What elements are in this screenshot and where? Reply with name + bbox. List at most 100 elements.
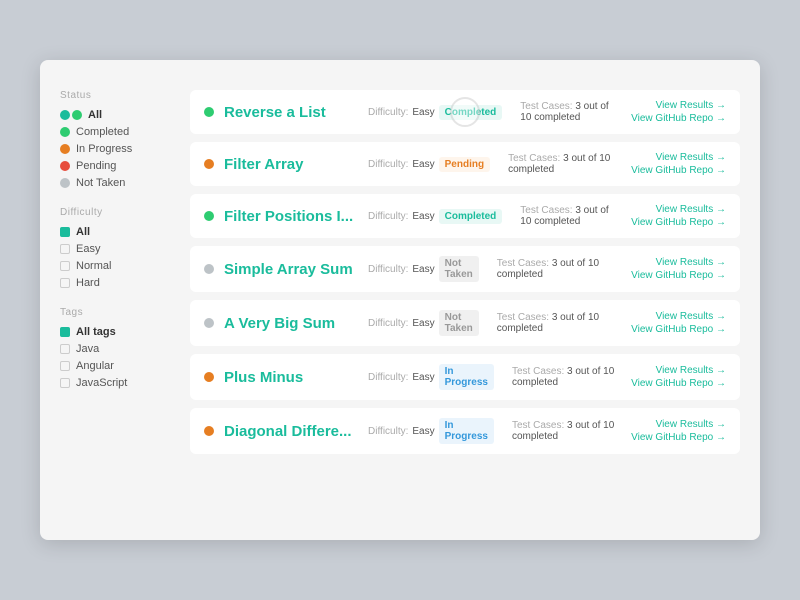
- view-github-link[interactable]: View GitHub Repo →: [631, 165, 726, 176]
- table-row: Simple Array Sum Difficulty: EasyNot Take…: [190, 246, 740, 292]
- filter-status-all[interactable]: All: [60, 109, 170, 121]
- filter-difficulty-all-label: All: [76, 226, 90, 238]
- table-row: Plus Minus Difficulty: EasyIn Progress Tes…: [190, 354, 740, 400]
- view-results-link[interactable]: View Results →: [656, 311, 726, 322]
- difficulty-label: Difficulty:: [368, 107, 408, 118]
- status-dot-icon: [204, 426, 214, 436]
- filter-tags-java-label: Java: [76, 343, 99, 355]
- dot-green-icon: [72, 110, 82, 120]
- status-badge: Not Taken: [439, 310, 479, 336]
- filter-difficulty-all[interactable]: All: [60, 226, 170, 238]
- problem-actions: View Results → View GitHub Repo →: [631, 152, 726, 176]
- filter-difficulty-normal[interactable]: Normal: [60, 260, 170, 272]
- filter-status-all-label: All: [88, 109, 102, 121]
- difficulty-line: Difficulty: EasyIn Progress: [368, 364, 494, 390]
- filter-tags-java[interactable]: Java: [60, 343, 170, 355]
- main-card: Status All Completed In Progress Pending: [40, 60, 760, 540]
- difficulty-label: Difficulty:: [368, 372, 408, 383]
- dot-completed-icon: [60, 127, 70, 137]
- view-github-link[interactable]: View GitHub Repo →: [631, 217, 726, 228]
- problem-title[interactable]: A Very Big Sum: [224, 315, 354, 332]
- test-cases: Test Cases: 3 out of 10 completed: [512, 366, 621, 388]
- view-github-link[interactable]: View GitHub Repo →: [631, 113, 726, 124]
- filter-difficulty-normal-label: Normal: [76, 260, 111, 272]
- status-badge: Not Taken: [439, 256, 479, 282]
- view-results-link[interactable]: View Results →: [656, 204, 726, 215]
- progress-circle: [450, 97, 480, 127]
- table-row: Reverse a List Difficulty: EasyCompleted T…: [190, 90, 740, 134]
- problem-title[interactable]: Reverse a List: [224, 104, 354, 121]
- filter-status-pending[interactable]: Pending: [60, 160, 170, 172]
- problem-title[interactable]: Filter Positions I...: [224, 208, 354, 225]
- status-badge: Pending: [439, 157, 490, 172]
- status-dot-icon: [204, 264, 214, 274]
- problems-list: Reverse a ListDifficulty: EasyCompletedT…: [190, 90, 740, 510]
- cb-hard-icon: [60, 278, 70, 288]
- difficulty-value: Easy: [412, 426, 434, 437]
- filter-difficulty-easy[interactable]: Easy: [60, 243, 170, 255]
- difficulty-label: Difficulty:: [368, 211, 408, 222]
- test-cases: Test Cases: 3 out of 10 completed: [512, 420, 621, 442]
- difficulty-line: Difficulty: EasyNot Taken: [368, 256, 479, 282]
- view-github-link[interactable]: View GitHub Repo →: [631, 432, 726, 443]
- dot-inprogress-icon: [60, 144, 70, 154]
- filter-difficulty-hard[interactable]: Hard: [60, 277, 170, 289]
- difficulty-label: Difficulty:: [368, 426, 408, 437]
- filter-tags-javascript[interactable]: JavaScript: [60, 377, 170, 389]
- problem-title[interactable]: Diagonal Differe...: [224, 423, 354, 440]
- filter-tags-all-label: All tags: [76, 326, 116, 338]
- view-results-link[interactable]: View Results →: [656, 365, 726, 376]
- cb-angular-icon: [60, 361, 70, 371]
- sq-tags-all-icon: [60, 327, 70, 337]
- difficulty-value: Easy: [412, 159, 434, 170]
- dot-teal-icon: [60, 110, 70, 120]
- filter-tags-angular[interactable]: Angular: [60, 360, 170, 372]
- table-row: Filter ArrayDifficulty: EasyPendingTest …: [190, 142, 740, 186]
- problem-actions: View Results → View GitHub Repo →: [631, 419, 726, 443]
- problem-title[interactable]: Filter Array: [224, 156, 354, 173]
- view-results-link[interactable]: View Results →: [656, 257, 726, 268]
- status-badge: Completed: [439, 209, 503, 224]
- view-results-link[interactable]: View Results →: [656, 419, 726, 430]
- filter-status-pending-label: Pending: [76, 160, 116, 172]
- problem-title[interactable]: Plus Minus: [224, 369, 354, 386]
- filter-tags-angular-label: Angular: [76, 360, 114, 372]
- filter-status-inprogress[interactable]: In Progress: [60, 143, 170, 155]
- status-dot-icon: [204, 372, 214, 382]
- difficulty-label: Difficulty:: [368, 318, 408, 329]
- view-github-link[interactable]: View GitHub Repo →: [631, 324, 726, 335]
- difficulty-value: Easy: [412, 318, 434, 329]
- cb-javascript-icon: [60, 378, 70, 388]
- view-github-link[interactable]: View GitHub Repo →: [631, 270, 726, 281]
- view-results-link[interactable]: View Results →: [656, 152, 726, 163]
- difficulty-value: Easy: [412, 211, 434, 222]
- problem-actions: View Results → View GitHub Repo →: [631, 100, 726, 124]
- view-results-link[interactable]: View Results →: [656, 100, 726, 111]
- dot-pending-icon: [60, 161, 70, 171]
- tags-section-title: Tags: [60, 307, 170, 318]
- filter-status-completed-label: Completed: [76, 126, 129, 138]
- table-row: Filter Positions I... Difficulty: Easy Com…: [190, 194, 740, 238]
- problem-meta: Difficulty: EasyIn Progress: [368, 418, 494, 444]
- status-section-title: Status: [60, 90, 170, 101]
- problem-actions: View Results → View GitHub Repo →: [631, 311, 726, 335]
- test-cases: Test Cases: 3 out of 10 completed: [520, 101, 621, 123]
- problem-meta: Difficulty: EasyNot Taken: [368, 256, 479, 282]
- filter-tags-all[interactable]: All tags: [60, 326, 170, 338]
- difficulty-line: Difficulty: EasyCompleted: [368, 105, 502, 120]
- problem-title[interactable]: Simple Array Sum: [224, 261, 354, 278]
- problem-actions: View Results → View GitHub Repo →: [631, 365, 726, 389]
- difficulty-label: Difficulty:: [368, 264, 408, 275]
- test-cases: Test Cases: 3 out of 10 completed: [497, 258, 621, 280]
- difficulty-line: Difficulty: EasyPending: [368, 157, 490, 172]
- test-cases: Test Cases: 3 out of 10 completed: [508, 153, 621, 175]
- difficulty-line: Difficulty: EasyIn Progress: [368, 418, 494, 444]
- filter-status-nottaken[interactable]: Not Taken: [60, 177, 170, 189]
- difficulty-section: Difficulty All Easy Normal Hard: [60, 207, 170, 289]
- filter-difficulty-easy-label: Easy: [76, 243, 100, 255]
- view-github-link[interactable]: View GitHub Repo →: [631, 378, 726, 389]
- problem-actions: View Results → View GitHub Repo →: [631, 204, 726, 228]
- filter-status-completed[interactable]: Completed: [60, 126, 170, 138]
- status-badge: In Progress: [439, 364, 494, 390]
- problem-actions: View Results → View GitHub Repo →: [631, 257, 726, 281]
